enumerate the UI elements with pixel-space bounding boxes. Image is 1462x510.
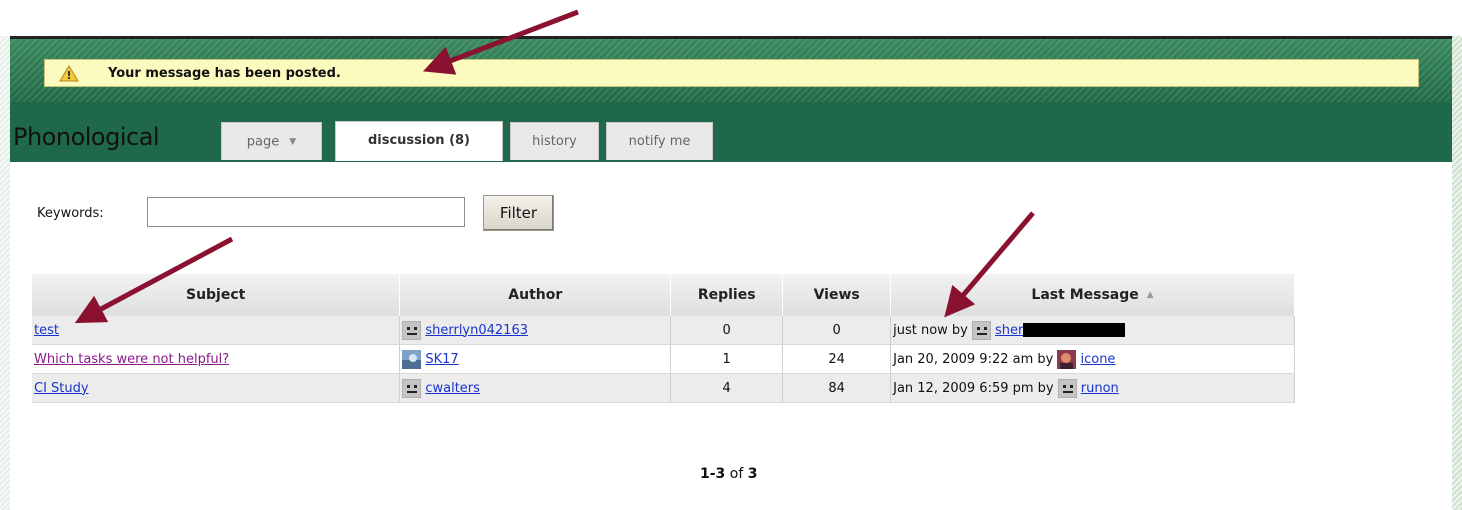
tab-notify-me[interactable]: notify me: [606, 122, 713, 160]
author-link[interactable]: cwalters: [425, 381, 480, 396]
last-message-text: Jan 12, 2009 6:59 pm by: [893, 380, 1054, 396]
column-header-last-message[interactable]: Last Message ▲: [890, 274, 1295, 316]
last-author-link[interactable]: sher: [995, 323, 1023, 338]
keywords-input[interactable]: [147, 197, 465, 227]
last-message-cell: Jan 20, 2009 9:22 am by icone: [890, 344, 1295, 374]
replies-cell: 0: [670, 316, 784, 345]
column-header-author[interactable]: Author: [399, 274, 672, 316]
author-cell: sherrlyn042163: [399, 316, 672, 345]
last-message-cell: Jan 12, 2009 6:59 pm by runon: [890, 373, 1295, 403]
pager-range: 1-3: [700, 466, 726, 482]
views-cell: 84: [782, 373, 892, 403]
views-cell: 0: [782, 316, 892, 345]
redaction-bar: [1023, 323, 1126, 337]
tab-history-label: history: [532, 134, 577, 149]
last-author-link[interactable]: runon: [1081, 381, 1119, 396]
subject-cell: test: [32, 316, 401, 345]
header-top-rule: [10, 36, 1452, 39]
tab-history[interactable]: history: [510, 122, 599, 160]
warning-icon: [59, 65, 79, 82]
table-header-row: Subject Author Replies Views Last Messag…: [32, 274, 1295, 316]
thread-link[interactable]: Which tasks were not helpful?: [34, 352, 229, 367]
photo-avatar-icon: [1057, 349, 1077, 369]
tab-page[interactable]: page ▼: [221, 122, 322, 160]
table-row: Which tasks were not helpful? SK17 1 24 …: [32, 344, 1295, 374]
success-notice: Your message has been posted.: [44, 59, 1419, 87]
notice-message: Your message has been posted.: [108, 66, 341, 81]
default-face-icon: [1057, 378, 1077, 398]
subject-cell: Which tasks were not helpful?: [32, 344, 401, 374]
tab-discussion[interactable]: discussion (8): [335, 121, 503, 161]
tab-discussion-label: discussion (8): [367, 133, 471, 148]
filter-button[interactable]: Filter: [483, 195, 554, 231]
column-header-subject[interactable]: Subject: [32, 274, 401, 316]
last-message-text: Jan 20, 2009 9:22 am by: [893, 351, 1054, 367]
default-face-icon: [402, 378, 422, 398]
tab-page-label: page: [246, 134, 280, 150]
replies-cell: 1: [670, 344, 784, 374]
author-link[interactable]: SK17: [425, 352, 458, 367]
pager-of-label: of: [729, 466, 744, 482]
author-cell: SK17: [399, 344, 672, 374]
last-message-text: just now by: [893, 322, 968, 338]
last-message-header-label: Last Message: [1031, 287, 1139, 303]
views-cell: 24: [782, 344, 892, 374]
sort-ascending-icon: ▲: [1146, 290, 1154, 300]
pager-total: 3: [747, 466, 758, 482]
replies-cell: 4: [670, 373, 784, 403]
author-link[interactable]: sherrlyn042163: [425, 323, 528, 338]
thread-link[interactable]: test: [34, 323, 59, 338]
last-message-cell: just now by sher: [890, 316, 1295, 345]
pagination-summary: 1-3 of 3: [700, 466, 757, 482]
last-author-link[interactable]: icone: [1080, 352, 1115, 367]
author-cell: cwalters: [399, 373, 672, 403]
page-title: Phonological: [13, 123, 160, 151]
right-frame-border: [1452, 36, 1462, 510]
subject-cell: CI Study: [32, 373, 401, 403]
tab-notify-me-label: notify me: [628, 134, 691, 149]
chevron-down-icon: ▼: [289, 137, 297, 147]
default-face-icon: [402, 320, 422, 340]
column-header-replies[interactable]: Replies: [670, 274, 784, 316]
column-header-views[interactable]: Views: [782, 274, 892, 316]
keywords-label: Keywords:: [37, 206, 104, 221]
default-face-icon: [972, 320, 992, 340]
photo-avatar-icon: [402, 349, 422, 369]
thread-link[interactable]: CI Study: [34, 381, 89, 396]
discussion-table: Subject Author Replies Views Last Messag…: [32, 274, 1295, 403]
left-frame-border: [0, 36, 10, 510]
table-row: test sherrlyn042163 0 0 just now by sher: [32, 316, 1295, 345]
table-row: CI Study cwalters 4 84 Jan 12, 2009 6:59…: [32, 373, 1295, 403]
